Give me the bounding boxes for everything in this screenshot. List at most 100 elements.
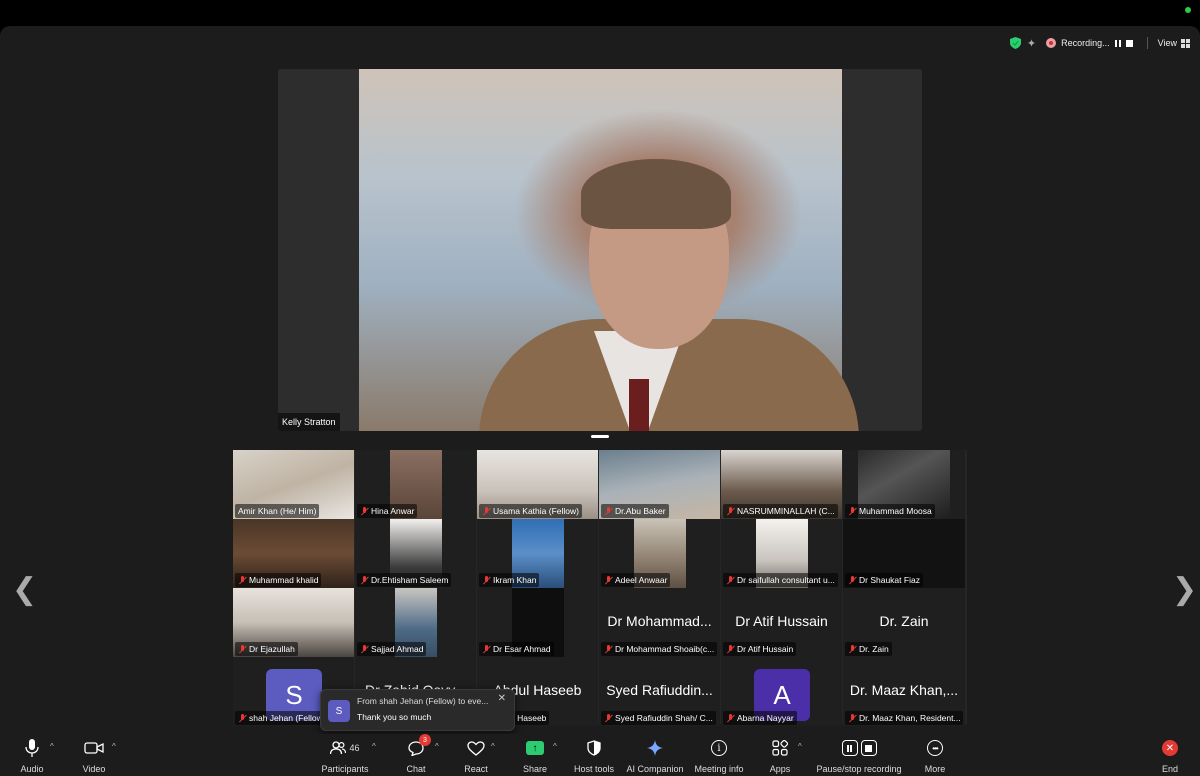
- end-meeting-button[interactable]: ✕ End: [1160, 738, 1180, 774]
- pause-stop-recording-button[interactable]: Pause/stop recording: [816, 738, 902, 774]
- share-options-chevron-icon[interactable]: ^: [553, 742, 557, 751]
- more-label: More: [924, 764, 946, 774]
- ai-companion-button[interactable]: AI Companion: [626, 738, 684, 774]
- more-button[interactable]: ••• More: [923, 738, 947, 774]
- participant-tile[interactable]: Dr Shaukat Fiaz: [843, 519, 965, 588]
- stop-recording-icon[interactable]: [1125, 39, 1133, 47]
- muted-microphone-icon: [726, 575, 735, 585]
- audio-button[interactable]: Audio: [20, 738, 44, 774]
- participants-button[interactable]: 46 Participants: [321, 738, 369, 774]
- participant-name-label: Dr.Abu Baker: [601, 504, 669, 518]
- active-speaker-tile[interactable]: Kelly Stratton: [278, 69, 922, 431]
- participant-tile[interactable]: Dr. Zain Dr. Zain: [843, 588, 965, 657]
- ai-companion-status-icon[interactable]: ✦: [1027, 37, 1036, 50]
- participant-display-name: Syed Rafiuddin...: [606, 682, 713, 698]
- chat-label: Chat: [406, 764, 426, 774]
- host-tools-button[interactable]: Host tools: [572, 738, 616, 774]
- video-button[interactable]: Video: [82, 738, 106, 774]
- participant-name-label: Syed Rafiuddin Shah/ C...: [601, 711, 716, 725]
- chat-unread-badge: 3: [419, 734, 431, 746]
- participant-name: Dr.Abu Baker: [615, 506, 666, 516]
- participant-tile[interactable]: Dr.Abu Baker: [599, 450, 720, 519]
- participant-tile[interactable]: Adeel Anwaar: [599, 519, 720, 588]
- video-camera-icon: [84, 742, 104, 754]
- video-options-chevron-icon[interactable]: ^: [112, 742, 116, 751]
- participant-tile[interactable]: Amir Khan (He/ Him): [233, 450, 354, 519]
- participant-tile[interactable]: A Abarna Nayyar: [721, 657, 842, 726]
- participant-tile[interactable]: Dr Atif Hussain Dr Atif Hussain: [721, 588, 842, 657]
- participant-name: Abarna Nayyar: [737, 713, 794, 723]
- speaker-video-feed: [359, 69, 859, 431]
- participant-name: Dr Mohammad Shoaib(c...: [615, 644, 715, 654]
- participant-name-label: Dr. Zain: [845, 642, 892, 656]
- muted-microphone-icon: [360, 575, 369, 585]
- participant-name: Syed Rafiuddin Shah/ C...: [615, 713, 713, 723]
- recording-label: Recording...: [1061, 38, 1110, 48]
- share-button[interactable]: ↑ Share: [522, 738, 548, 774]
- participant-tile[interactable]: Sajjad Ahmad: [355, 588, 476, 657]
- audio-label: Audio: [20, 764, 44, 774]
- react-button[interactable]: React: [463, 738, 489, 774]
- participant-tile[interactable]: Dr.Ehtisham Saleem: [355, 519, 476, 588]
- end-label: End: [1161, 764, 1178, 774]
- participant-name-label: Hina Anwar: [357, 504, 418, 518]
- view-button[interactable]: View: [1158, 38, 1190, 48]
- chat-notification[interactable]: S From shah Jehan (Fellow) to eve... Tha…: [320, 689, 515, 731]
- resize-handle[interactable]: [591, 435, 609, 438]
- apps-button[interactable]: Apps: [768, 738, 792, 774]
- pause-recording-icon[interactable]: [1114, 39, 1121, 47]
- react-label: React: [464, 764, 488, 774]
- meeting-info-label: Meeting info: [694, 764, 744, 774]
- muted-microphone-icon: [848, 713, 857, 723]
- participant-tile[interactable]: Dr Ejazullah: [233, 588, 354, 657]
- chat-sender-avatar: S: [328, 700, 350, 722]
- speaker-name-label: Kelly Stratton: [278, 413, 340, 431]
- muted-microphone-icon: [360, 644, 369, 654]
- apps-options-chevron-icon[interactable]: ^: [798, 742, 802, 751]
- chat-button[interactable]: 3 Chat: [404, 734, 431, 774]
- recording-dot-icon: [1046, 38, 1057, 48]
- muted-microphone-icon: [604, 506, 613, 516]
- gallery-prev-arrow-icon[interactable]: ❮: [12, 572, 37, 607]
- participant-tile[interactable]: Dr Mohammad... Dr Mohammad Shoaib(c...: [599, 588, 720, 657]
- apps-icon: [772, 740, 788, 756]
- participant-tile[interactable]: Muhammad khalid: [233, 519, 354, 588]
- participant-tile[interactable]: Dr. Maaz Khan,... Dr. Maaz Khan, Resident…: [843, 657, 965, 726]
- chat-options-chevron-icon[interactable]: ^: [435, 742, 439, 751]
- participant-tile[interactable]: Dr Esar Ahmad: [477, 588, 598, 657]
- muted-microphone-icon: [238, 575, 247, 585]
- gallery-next-arrow-icon[interactable]: ❯: [1172, 572, 1197, 607]
- participants-count: 46: [349, 743, 360, 753]
- participant-tile[interactable]: Hina Anwar: [355, 450, 476, 519]
- encryption-shield-icon[interactable]: [1009, 37, 1021, 49]
- close-icon[interactable]: ✕: [498, 693, 506, 704]
- meeting-info-button[interactable]: i Meeting info: [694, 738, 744, 774]
- recording-indicator[interactable]: Recording...: [1042, 38, 1137, 48]
- react-options-chevron-icon[interactable]: ^: [491, 742, 495, 751]
- participant-tile[interactable]: Syed Rafiuddin... Syed Rafiuddin Shah/ C.…: [599, 657, 720, 726]
- participant-name-label: Muhammad khalid: [235, 573, 322, 587]
- participant-name: Dr saifullah consultant u...: [737, 575, 835, 585]
- participant-name-label: Abarna Nayyar: [723, 711, 797, 725]
- participant-tile[interactable]: Usama Kathia (Fellow): [477, 450, 598, 519]
- muted-microphone-icon: [848, 575, 857, 585]
- participant-name: shah Jehan (Fellow): [249, 713, 326, 723]
- audio-options-chevron-icon[interactable]: ^: [50, 742, 54, 751]
- participant-name: NASRUMMINALLAH (C...: [737, 506, 835, 516]
- shield-icon: [587, 740, 601, 756]
- participants-options-chevron-icon[interactable]: ^: [372, 742, 376, 751]
- participant-display-name: Dr. Zain: [879, 613, 929, 629]
- end-call-icon: ✕: [1162, 740, 1178, 756]
- participant-tile[interactable]: Muhammad Moosa: [843, 450, 965, 519]
- participant-tile[interactable]: Dr saifullah consultant u...: [721, 519, 842, 588]
- muted-microphone-icon: [482, 506, 491, 516]
- more-dots-icon: •••: [927, 740, 943, 756]
- muted-microphone-icon: [482, 575, 491, 585]
- participant-name-label: Dr. Maaz Khan, Resident...: [845, 711, 963, 725]
- participant-name-label: Dr Shaukat Fiaz: [845, 573, 923, 587]
- participant-name: Adeel Anwaar: [615, 575, 668, 585]
- participant-name-label: Dr Atif Hussain: [723, 642, 797, 656]
- participant-tile[interactable]: Ikram Khan: [477, 519, 598, 588]
- participant-tile[interactable]: NASRUMMINALLAH (C...: [721, 450, 842, 519]
- muted-microphone-icon: [238, 644, 247, 654]
